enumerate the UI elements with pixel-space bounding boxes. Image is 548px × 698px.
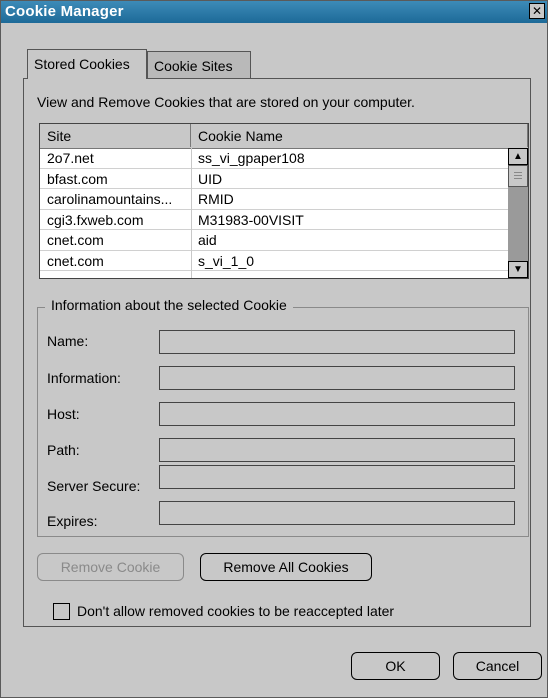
column-divider (191, 148, 192, 278)
tab-label: Stored Cookies (34, 56, 130, 72)
cookie-manager-window: Cookie Manager ✕ Stored Cookies Cookie S… (0, 0, 548, 698)
information-field (159, 366, 515, 390)
cell-cookie-name: RMID (198, 191, 234, 207)
remove-all-cookies-button[interactable]: Remove All Cookies (200, 553, 372, 581)
grip-line (514, 172, 522, 173)
description-text: View and Remove Cookies that are stored … (37, 94, 415, 110)
cell-site: cgi3.fxweb.com (47, 211, 144, 228)
close-button[interactable]: ✕ (529, 3, 545, 19)
table-header: Site Cookie Name (40, 124, 528, 149)
table-body: 2o7.net ss_vi_gpaper108 bfast.com UID ca… (40, 148, 508, 278)
label-host: Host: (47, 406, 80, 422)
name-field (159, 330, 515, 354)
server-secure-field (159, 465, 515, 489)
cancel-button[interactable]: Cancel (453, 652, 542, 680)
scroll-thumb[interactable] (508, 165, 528, 187)
column-header-site[interactable]: Site (40, 124, 191, 147)
scroll-up-button[interactable]: ▲ (508, 148, 528, 165)
label-name: Name: (47, 333, 89, 349)
grip-line (514, 175, 522, 176)
reaccept-checkbox[interactable] (53, 603, 70, 620)
cookie-info-title: Information about the selected Cookie (45, 297, 293, 313)
column-header-cookie-name[interactable]: Cookie Name (191, 124, 528, 147)
label-information: Information: (47, 370, 121, 386)
grip-line (514, 178, 522, 179)
tab-label: Cookie Sites (154, 58, 233, 74)
label-server-secure: Server Secure: (47, 478, 141, 494)
close-icon: ✕ (531, 4, 543, 18)
cell-site: cnet.com (47, 232, 104, 248)
table-row[interactable]: cnet.com s_vi_1_0 (40, 251, 508, 271)
arrow-up-icon: ▲ (513, 151, 523, 162)
cell-site: carolinamountains... (47, 191, 173, 207)
ok-button[interactable]: OK (351, 652, 440, 680)
reaccept-checkbox-label[interactable]: Don't allow removed cookies to be reacce… (77, 603, 394, 619)
tab-cookie-sites[interactable]: Cookie Sites (147, 51, 251, 79)
scroll-down-button[interactable]: ▼ (508, 261, 528, 278)
label-path: Path: (47, 442, 80, 458)
remove-cookie-button[interactable]: Remove Cookie (37, 553, 184, 581)
cell-site: 2o7.net (47, 150, 94, 166)
label-expires: Expires: (47, 513, 98, 529)
tab-stored-cookies[interactable]: Stored Cookies (27, 49, 147, 79)
table-row[interactable]: carolinamountains... RMID (40, 189, 508, 210)
path-field (159, 438, 515, 462)
cell-site: cnet.com (47, 252, 104, 269)
cell-site: bfast.com (47, 170, 108, 187)
arrow-down-icon: ▼ (513, 264, 523, 275)
table-row[interactable]: bfast.com UID (40, 169, 508, 189)
expires-field (159, 501, 515, 525)
title-bar[interactable]: Cookie Manager ✕ (1, 1, 547, 23)
table-row[interactable]: 2o7.net ss_vi_gpaper108 (40, 148, 508, 169)
cookies-table: Site Cookie Name 2o7.net ss_vi_gpaper108… (39, 123, 529, 279)
cell-cookie-name: UID (198, 170, 223, 187)
table-scrollbar[interactable]: ▲ ▼ (508, 148, 528, 278)
cell-cookie-name: M31983-00VISIT (198, 211, 304, 228)
cell-cookie-name: aid (198, 232, 217, 248)
cell-cookie-name: ss_vi_gpaper108 (198, 150, 305, 166)
cell-cookie-name: s_vi_1_0 (198, 252, 255, 269)
table-row[interactable]: cnet.com aid (40, 230, 508, 251)
window-title: Cookie Manager (5, 3, 124, 20)
table-row[interactable]: cgi3.fxweb.com M31983-00VISIT (40, 210, 508, 230)
host-field (159, 402, 515, 426)
